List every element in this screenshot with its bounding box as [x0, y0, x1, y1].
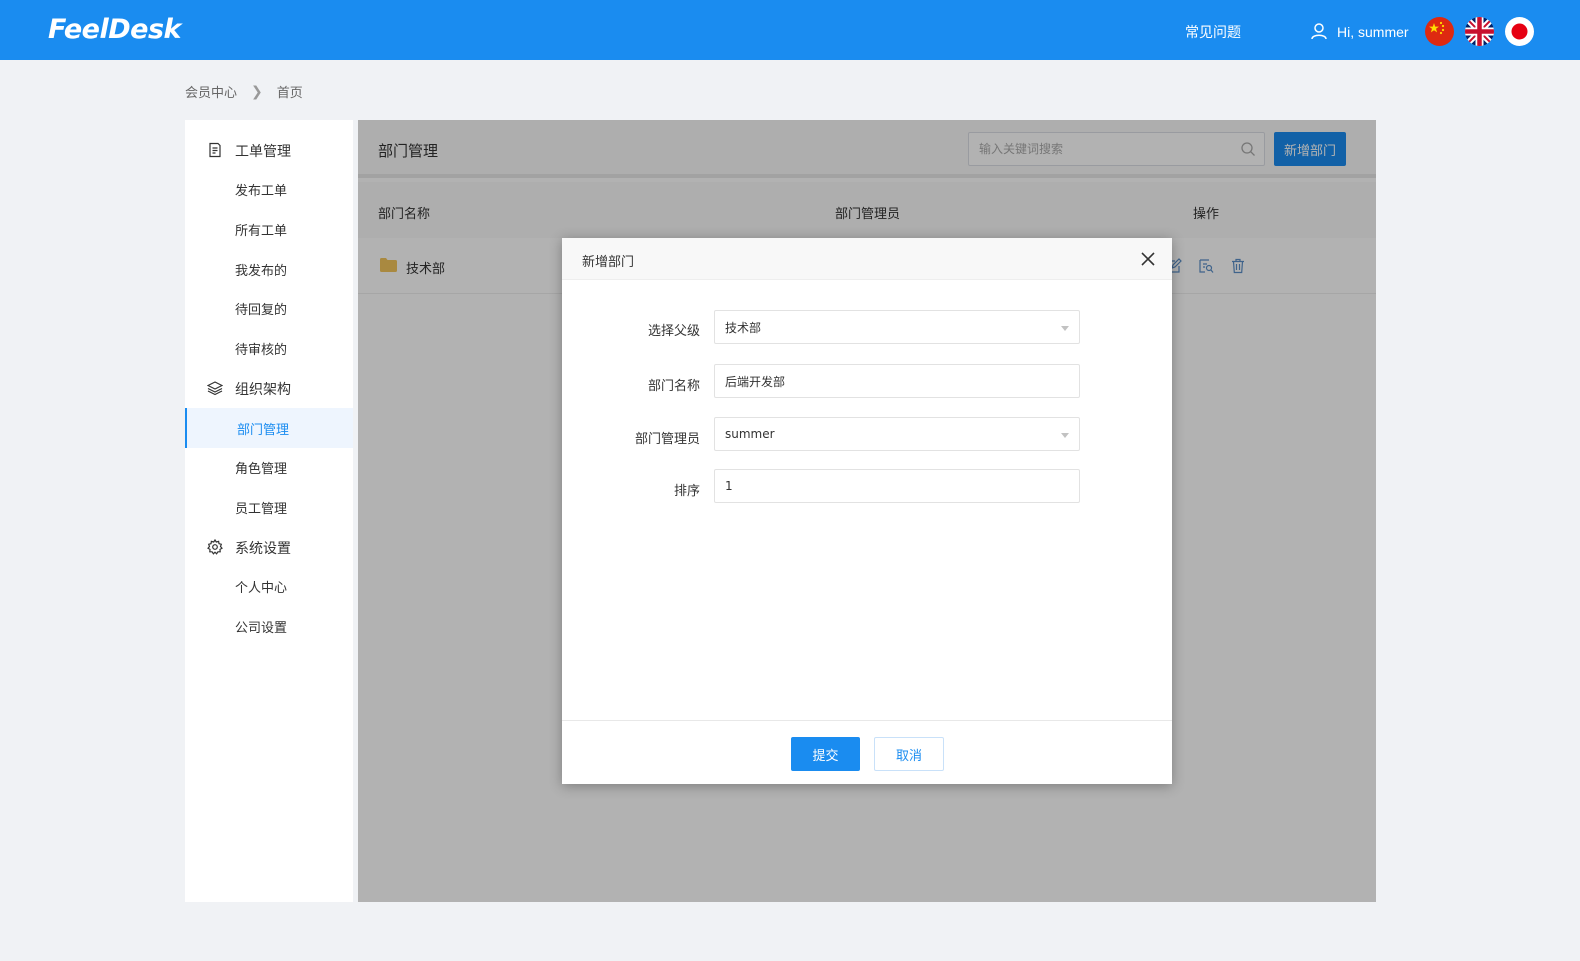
sort-order-input[interactable]	[715, 470, 1045, 502]
faq-link[interactable]: 常见问题	[1185, 22, 1241, 42]
sidebar-item-all-tickets[interactable]: 所有工单	[185, 209, 353, 249]
sidebar-item-publish-ticket[interactable]: 发布工单	[185, 169, 353, 209]
sidebar-item-label: 发布工单	[235, 184, 288, 199]
sidebar-group-ticket[interactable]: 工单管理	[185, 130, 353, 170]
sidebar-group-organization[interactable]: 组织架构	[185, 368, 353, 408]
sidebar-item-staff[interactable]: 员工管理	[185, 487, 353, 527]
dialog-title: 新增部门	[582, 255, 635, 270]
sidebar-item-personal-center[interactable]: 个人中心	[185, 566, 353, 606]
close-icon[interactable]	[1140, 251, 1156, 267]
sidebar-item-label: 所有工单	[235, 224, 288, 239]
layers-icon	[207, 381, 223, 396]
japan-flag-icon[interactable]	[1505, 17, 1534, 46]
sidebar-item-label: 公司设置	[235, 621, 288, 636]
sidebar-item-label: 个人中心	[235, 581, 288, 596]
dialog-header: 新增部门	[562, 238, 1172, 280]
breadcrumb-separator-icon: ❯	[251, 83, 263, 100]
parent-department-select[interactable]	[714, 310, 1080, 344]
department-name-label: 部门名称	[647, 379, 700, 394]
sidebar-item-pending-reply[interactable]: 待回复的	[185, 288, 353, 328]
department-name-field[interactable]	[714, 364, 1080, 398]
submit-button[interactable]: 提交	[791, 737, 860, 771]
sidebar-item-label: 角色管理	[235, 462, 288, 477]
uk-flag-icon[interactable]	[1465, 17, 1494, 46]
sidebar-item-label: 部门管理	[237, 423, 290, 438]
feeldesk-logo[interactable]: FeelDesk	[48, 14, 181, 45]
sidebar-item-pending-review[interactable]: 待审核的	[185, 328, 353, 368]
sidebar-group-label: 系统设置	[235, 541, 291, 557]
sidebar-group-label: 工单管理	[235, 144, 291, 160]
cancel-button[interactable]: 取消	[874, 737, 944, 771]
sort-order-field[interactable]	[714, 469, 1080, 503]
parent-select-label: 选择父级	[647, 324, 700, 339]
breadcrumb-member-center[interactable]: 会员中心	[185, 82, 237, 101]
chevron-down-icon	[1061, 326, 1069, 331]
sidebar-item-label: 待回复的	[235, 303, 288, 318]
breadcrumb: 会员中心 ❯ 首页	[185, 82, 303, 102]
sidebar-item-department[interactable]: 部门管理	[185, 408, 353, 448]
sort-order-label: 排序	[673, 484, 700, 499]
sidebar-item-company-settings[interactable]: 公司设置	[185, 606, 353, 646]
dialog-footer: 提交 取消	[562, 720, 1172, 784]
department-manager-label: 部门管理员	[634, 432, 700, 447]
department-name-input[interactable]	[715, 365, 1045, 397]
sidebar-item-label: 待审核的	[235, 343, 288, 358]
department-manager-select[interactable]	[714, 417, 1080, 451]
user-greeting[interactable]: Hi, summer	[1337, 24, 1409, 40]
gear-icon	[207, 539, 223, 555]
document-icon	[209, 142, 221, 158]
department-manager-value[interactable]	[715, 418, 1045, 450]
sidebar-item-label: 我发布的	[235, 264, 288, 279]
china-flag-icon[interactable]	[1425, 17, 1454, 46]
sidebar-item-label: 员工管理	[235, 502, 288, 517]
top-header: FeelDesk 常见问题 Hi, summer	[0, 0, 1580, 60]
sidebar: 工单管理 发布工单 所有工单 我发布的 待回复的 待审核的 组织架构 部门管理 …	[185, 120, 353, 902]
breadcrumb-home[interactable]: 首页	[277, 82, 303, 101]
user-icon	[1311, 23, 1327, 40]
sidebar-item-my-tickets[interactable]: 我发布的	[185, 249, 353, 289]
chevron-down-icon	[1061, 433, 1069, 438]
add-department-dialog: 新增部门 选择父级 部门名称 部门管理员 排序 提交 取消	[562, 238, 1172, 784]
parent-department-value[interactable]	[715, 311, 1045, 343]
sidebar-group-settings[interactable]: 系统设置	[185, 527, 353, 567]
sidebar-item-role[interactable]: 角色管理	[185, 447, 353, 487]
sidebar-group-label: 组织架构	[235, 382, 291, 398]
